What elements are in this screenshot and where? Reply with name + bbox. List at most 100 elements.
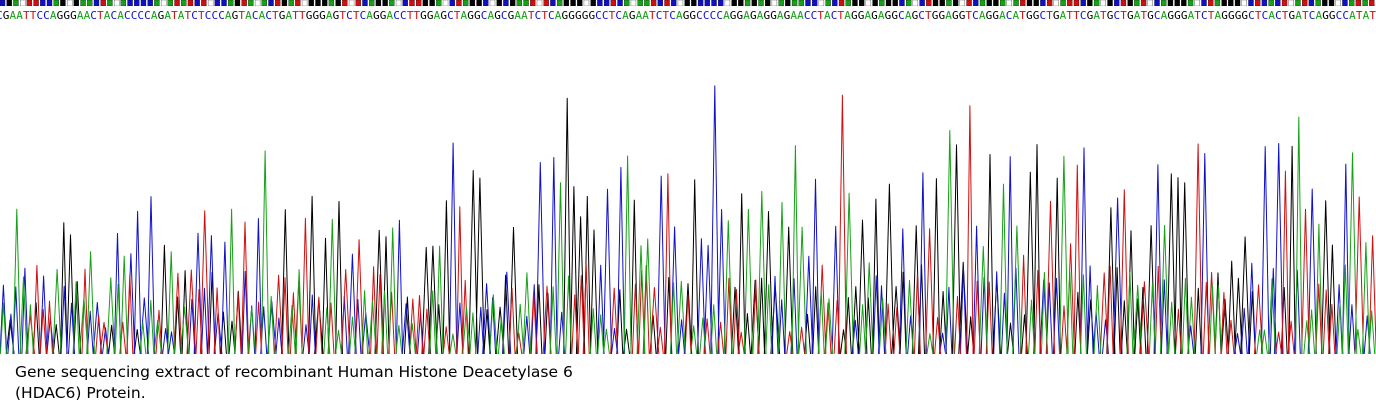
base-call-letter: C (346, 9, 353, 22)
base-call-letter: G (312, 9, 319, 22)
trace-series-A (0, 116, 1376, 355)
base-call-letter: C (400, 9, 407, 22)
base-call-letter: C (393, 9, 400, 22)
base-call-letter: C (211, 9, 218, 22)
base-call-letter: G (992, 9, 999, 22)
base-call-letter: G (683, 9, 690, 22)
base-call-letter: C (1275, 9, 1282, 22)
base-call-letter: G (851, 9, 858, 22)
base-call-letter: C (831, 9, 838, 22)
base-call-letter: G (3, 9, 10, 22)
base-call-letter: G (1087, 9, 1094, 22)
base-call-letter: G (588, 9, 595, 22)
base-call-letter: G (57, 9, 64, 22)
base-call-letter: G (1174, 9, 1181, 22)
base-call-letter: C (1039, 9, 1046, 22)
base-call-letter: G (427, 9, 434, 22)
base-call-letter: G (232, 9, 239, 22)
base-call-letter: C (1342, 9, 1349, 22)
base-call-letter: G (575, 9, 582, 22)
base-call-letter: G (1221, 9, 1228, 22)
base-call-letter: C (1336, 9, 1343, 22)
base-call-letter: G (959, 9, 966, 22)
base-call-letter: G (158, 9, 165, 22)
base-call-letter: C (1080, 9, 1087, 22)
base-call-letter: C (535, 9, 542, 22)
base-call-letter: G (1289, 9, 1296, 22)
base-call-letter: C (716, 9, 723, 22)
trace-series-T (25, 94, 1376, 355)
base-call-letter: C (1309, 9, 1316, 22)
base-call-letter: C (90, 9, 97, 22)
base-call-letter: G (1329, 9, 1336, 22)
base-call-letter: G (1147, 9, 1154, 22)
base-call-letter: G (952, 9, 959, 22)
base-call-letter: G (380, 9, 387, 22)
base-call-letter: G (582, 9, 589, 22)
base-call-letter: G (1127, 9, 1134, 22)
base-call-letter: C (1006, 9, 1013, 22)
base-call-letter: G (333, 9, 340, 22)
base-call-letter: C (144, 9, 151, 22)
base-call-letter: C (656, 9, 663, 22)
base-call-letter: G (1241, 9, 1248, 22)
base-call-letter: G (871, 9, 878, 22)
base-call-letter: C (110, 9, 117, 22)
base-call-letter: G (1026, 9, 1033, 22)
base-call-letter: G (938, 9, 945, 22)
base-call-letter: C (218, 9, 225, 22)
base-call-letter: G (1167, 9, 1174, 22)
base-call-letter: C (615, 9, 622, 22)
base-call-letter: G (986, 9, 993, 22)
base-call-letter: C (36, 9, 43, 22)
base-call-letter: C (595, 9, 602, 22)
base-call-letter: C (360, 9, 367, 22)
chromatogram-trace (0, 85, 1376, 355)
base-call-letter: C (1114, 9, 1121, 22)
base-call-letter: G (494, 9, 501, 22)
base-call-letter: G (1107, 9, 1114, 22)
base-call-letter: G (440, 9, 447, 22)
base-call-letter: C (972, 9, 979, 22)
base-call-letter: G (508, 9, 515, 22)
base-call-letter: G (784, 9, 791, 22)
base-call-letter: G (1033, 9, 1040, 22)
base-call-letter: G (279, 9, 286, 22)
base-call-letter: G (730, 9, 737, 22)
base-call-letter: G (1322, 9, 1329, 22)
base-call-letter: G (763, 9, 770, 22)
base-call-letter: G (885, 9, 892, 22)
base-call-letter: G (932, 9, 939, 22)
chromatogram-figure: CGAATTCCAGGGAACTACACCCCAGATATCTCCCAGTACA… (0, 0, 1376, 415)
base-call-letter: G (568, 9, 575, 22)
base-call-letter: G (629, 9, 636, 22)
base-call-letter: G (750, 9, 757, 22)
base-call-letter: C (602, 9, 609, 22)
base-call-letter: C (1248, 9, 1255, 22)
base-call-letter: G (306, 9, 313, 22)
base-call-letter: G (770, 9, 777, 22)
figure-caption: Gene sequencing extract of recombinant H… (15, 363, 573, 402)
base-call-letter: C (481, 9, 488, 22)
base-call-letter: T (1369, 9, 1376, 22)
base-call-letter: G (467, 9, 474, 22)
base-call-letter: C (710, 9, 717, 22)
base-call-letter: G (1235, 9, 1242, 22)
base-call-letter: G (891, 9, 898, 22)
base-call-letter: G (420, 9, 427, 22)
base-call-letter: G (1181, 9, 1188, 22)
base-call-letter: C (696, 9, 703, 22)
base-call-letter: G (737, 9, 744, 22)
base-call-letter: C (669, 9, 676, 22)
base-call-letter: C (131, 9, 138, 22)
base-call-letter: G (912, 9, 919, 22)
base-call-letter: C (191, 9, 198, 22)
base-call-letter: C (124, 9, 131, 22)
base-call-letter: G (70, 9, 77, 22)
base-call-sequence: CGAATTCCAGGGAACTACACCCCAGATATCTCCCAGTACA… (0, 9, 1376, 22)
base-call-letter: G (562, 9, 569, 22)
base-call-letter: C (918, 9, 925, 22)
trace-series-C (0, 85, 1371, 355)
base-call-letter: C (703, 9, 710, 22)
base-call-letter: C (898, 9, 905, 22)
